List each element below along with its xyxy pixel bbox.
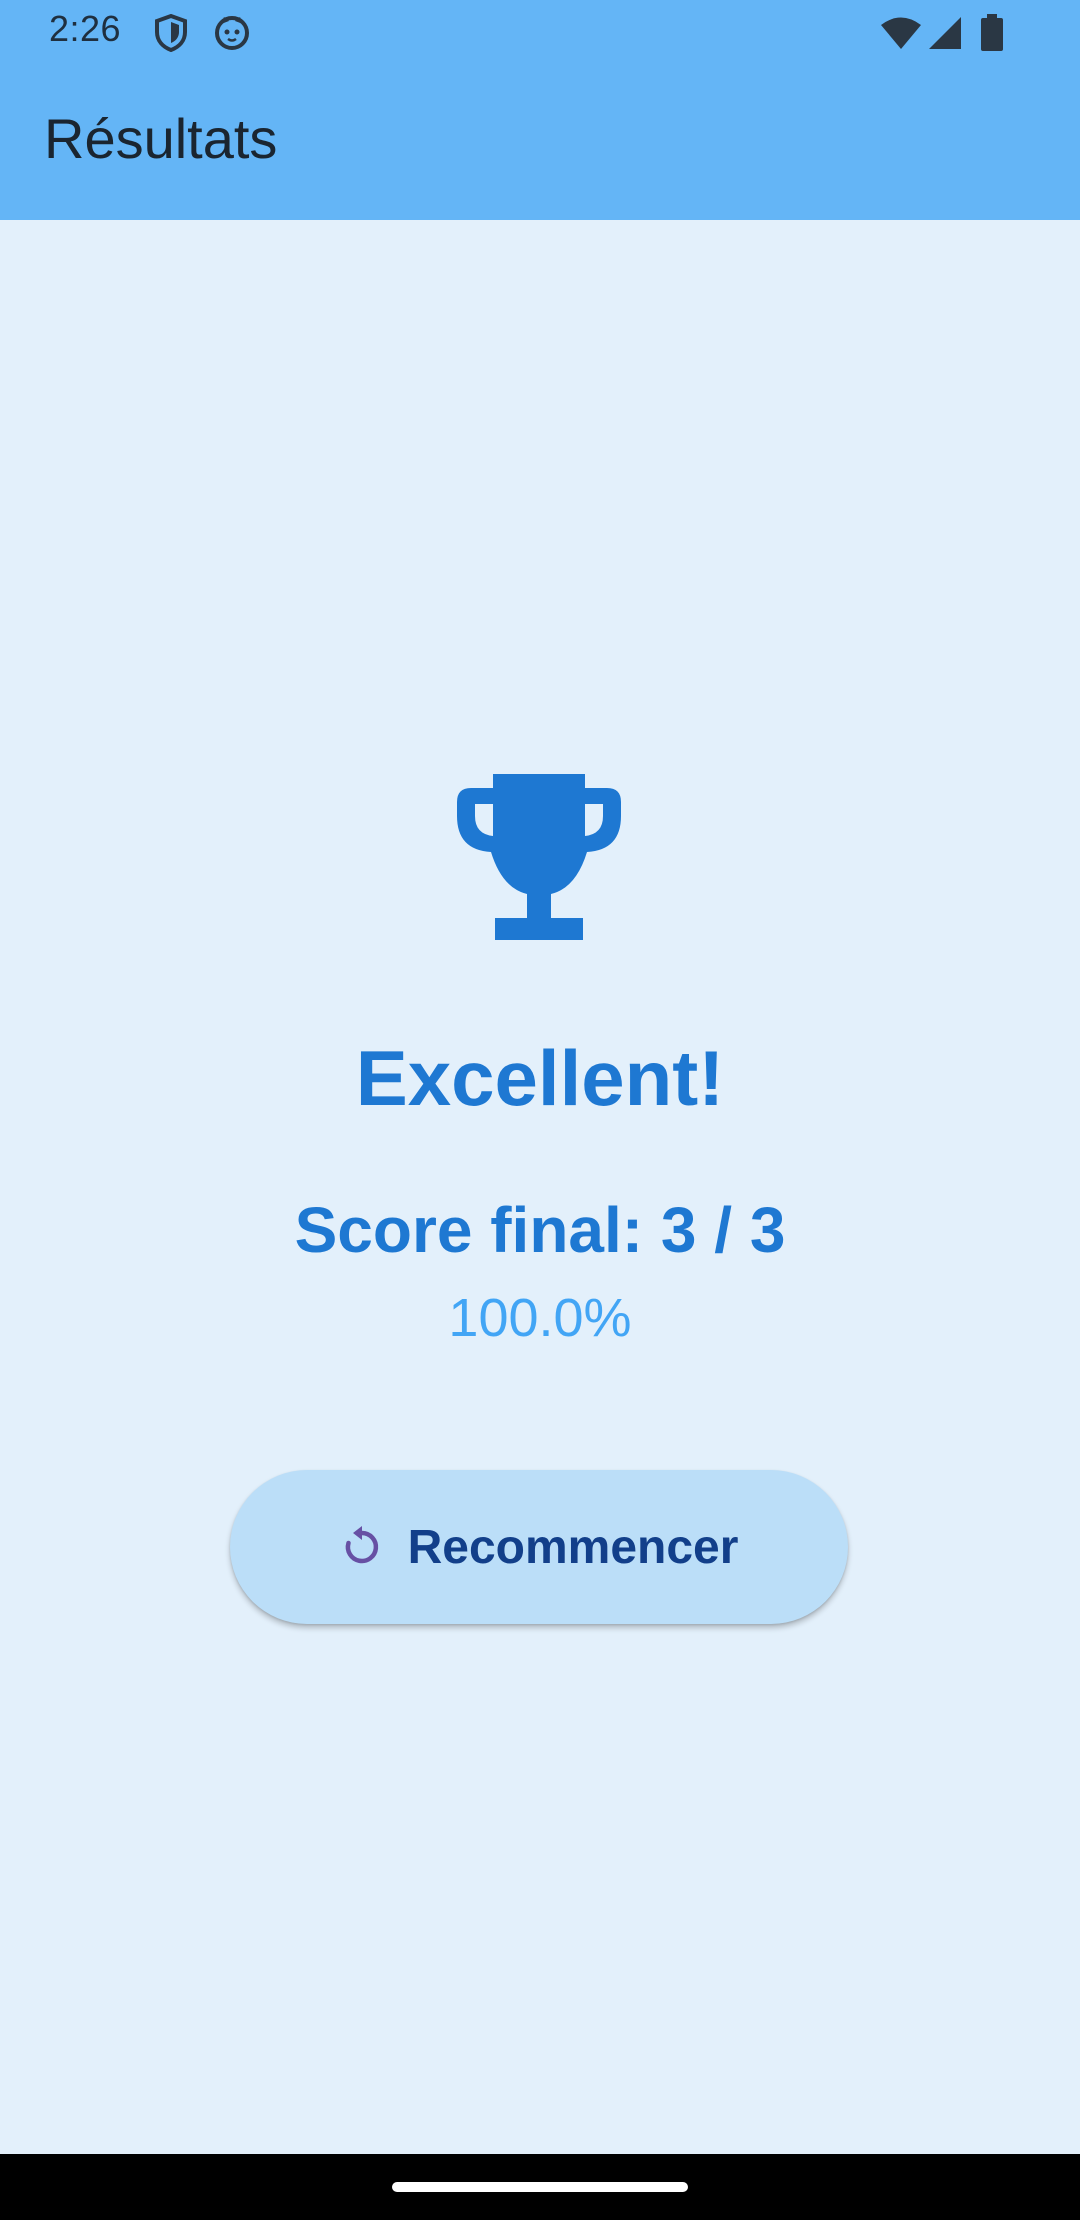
restart-button[interactable]: Recommencer: [230, 1470, 848, 1624]
home-gesture-handle[interactable]: [392, 2182, 688, 2192]
restart-label: Recommencer: [407, 1520, 739, 1574]
result-headline: Excellent!: [355, 1034, 725, 1122]
cat-face-icon: [215, 16, 249, 50]
trophy-icon: [457, 774, 621, 940]
score-percentage: 100.0%: [448, 1288, 632, 1348]
shield-icon: [155, 14, 187, 52]
replay-icon: [345, 1526, 378, 1564]
battery-icon: [981, 14, 1003, 51]
page-title: Résultats: [44, 107, 278, 170]
status-bar: 2:26: [0, 0, 1080, 66]
status-time: 2:26: [49, 8, 122, 49]
cellular-signal-icon: [929, 17, 961, 49]
app-bar: Résultats: [0, 66, 1080, 220]
wifi-icon: [881, 17, 921, 49]
final-score: Score final: 3 / 3: [294, 1194, 786, 1266]
system-navigation-bar: [0, 2154, 1080, 2220]
